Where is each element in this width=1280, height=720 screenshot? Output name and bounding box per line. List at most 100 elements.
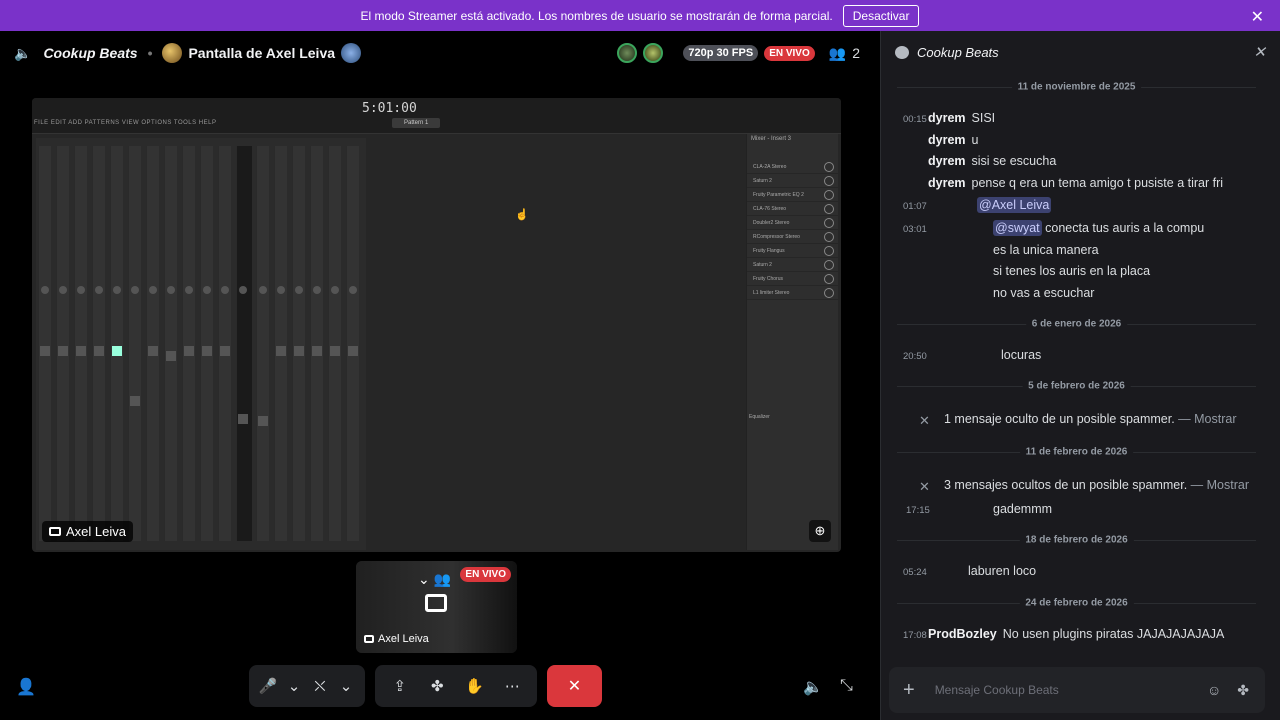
call-controls: 👤 🎤 ⌄ ⛌ ⌄ ⇪ ✤ ✋ ⋯ ✕ 🔈 ⤡ — [0, 662, 872, 720]
message: locuras — [1001, 348, 1042, 362]
add-user-icon[interactable]: 👤 — [16, 677, 36, 697]
author[interactable]: dyrem — [928, 111, 966, 125]
hidden-text: 3 mensajes ocultos de un posible spammer… — [944, 478, 1188, 492]
mixer-insert-panel: Mixer - Insert 3 CLA-2A Stereo Saturn 2 … — [746, 134, 838, 550]
message: dyrem pense q era un tema amigo t pusiste… — [928, 176, 1223, 190]
share-screen-button[interactable]: ⇪ — [385, 677, 415, 695]
date-divider: 11 de febrero de 2026 — [897, 446, 1256, 458]
message: @swyat conecta tus auris a la compu — [993, 220, 1205, 236]
fx-slot: Doubler2 Stereo — [747, 216, 838, 230]
viewers-icon[interactable]: 👥 — [829, 45, 846, 62]
fx-slot: Fruity Chorus — [747, 272, 838, 286]
daw-menu: FILE EDIT ADD PATTERNS VIEW OPTIONS TOOL… — [34, 120, 217, 126]
pattern-selector: Pattern 1 — [392, 118, 441, 128]
message: laburen loco — [968, 564, 1037, 578]
soundboard-button[interactable]: ✋ — [460, 677, 490, 695]
show-link[interactable]: — Mostrar — [1175, 412, 1236, 426]
monitor-icon — [425, 594, 447, 612]
mention[interactable]: @Axel Leiva — [977, 197, 1052, 213]
plus-icon[interactable]: + — [903, 679, 915, 702]
author[interactable]: dyrem — [928, 176, 966, 190]
author[interactable]: dyrem — [928, 154, 966, 168]
apps-icon[interactable]: ✤ — [1237, 682, 1249, 699]
message-text: conecta tus auris a la compu — [1041, 221, 1205, 235]
monitor-icon — [49, 527, 61, 536]
fx-slot: Saturn 2 — [747, 258, 838, 272]
chat-title: Cookup Beats — [917, 44, 999, 60]
date-label: 24 de febrero de 2026 — [1019, 597, 1134, 609]
chevron-down-icon[interactable]: ⌄ — [281, 677, 307, 695]
chevron-down-icon[interactable]: ⌄ — [333, 677, 359, 695]
date-label: 6 de enero de 2026 — [1025, 318, 1128, 330]
thumbnail-name: Axel Leiva — [378, 633, 429, 645]
hidden-message: 3 mensajes ocultos de un posible spammer… — [944, 478, 1249, 492]
avatar[interactable] — [643, 43, 664, 63]
close-icon[interactable]: ✕ — [919, 479, 930, 495]
message-text: pense q era un tema amigo t pusiste a ti… — [971, 176, 1224, 190]
stream-tile[interactable]: 5:01:00 FILE EDIT ADD PATTERNS VIEW OPTI… — [32, 98, 841, 552]
mixer-title: Mixer - Insert 3 — [751, 136, 792, 142]
message-composer: + Mensaje Cookup Beats ☺ ✤ — [889, 667, 1265, 713]
chat-panel: Cookup Beats ✕ 11 de noviembre de 2025 0… — [880, 31, 1280, 720]
avatar[interactable] — [617, 43, 638, 63]
author[interactable]: dyrem — [928, 133, 966, 147]
timestamp: 17:15 — [906, 505, 930, 516]
close-icon[interactable]: ✕ — [919, 413, 930, 429]
message-input[interactable]: Mensaje Cookup Beats — [935, 683, 1207, 697]
message: ProdBozley No usen plugins piratas JAJAJA… — [928, 627, 1224, 641]
close-icon[interactable]: ✕ — [1251, 7, 1264, 27]
message-text: sisi se escucha — [971, 154, 1057, 168]
channel-name: Cookup Beats — [43, 45, 138, 61]
fx-slot: CLA-2A Stereo — [747, 160, 838, 174]
chevron-down-icon[interactable]: ⌄ 👥 — [418, 571, 451, 588]
timestamp: 03:01 — [903, 224, 927, 235]
chat-header: Cookup Beats ✕ — [881, 31, 1280, 73]
fx-slot: CLA-76 Stereo — [747, 202, 838, 216]
timestamp: 00:15 — [903, 114, 927, 125]
avatar — [162, 43, 183, 63]
stream-thumbnail[interactable]: ⌄ 👥 EN VIVO Axel Leiva — [356, 561, 517, 653]
banner-text: El modo Streamer está activado. Los nomb… — [360, 8, 833, 23]
actions-group: ⇪ ✤ ✋ ⋯ — [375, 665, 537, 707]
avatar — [341, 43, 362, 63]
camera-off-button[interactable]: ⛌ — [307, 678, 333, 695]
monitor-icon — [364, 635, 374, 643]
message: dyrem sisi se escucha — [928, 154, 1056, 168]
streamer-mode-banner: El modo Streamer está activado. Los nomb… — [0, 0, 1280, 31]
speaker-icon[interactable]: 🔈 — [14, 45, 31, 62]
date-divider: 11 de noviembre de 2025 — [897, 81, 1256, 93]
date-label: 18 de febrero de 2026 — [1019, 534, 1134, 546]
mention[interactable]: @swyat — [993, 220, 1042, 236]
hidden-message: 1 mensaje oculto de un posible spammer. … — [944, 412, 1237, 426]
minimize-icon[interactable]: ⤡ — [840, 677, 853, 695]
timestamp: 20:50 — [903, 351, 927, 362]
message: gademmm — [993, 502, 1053, 516]
hidden-text: 1 mensaje oculto de un posible spammer. — [944, 412, 1175, 426]
date-divider: 6 de enero de 2026 — [897, 318, 1256, 330]
date-label: 11 de noviembre de 2025 — [1011, 81, 1142, 93]
mixer-strips — [36, 138, 366, 550]
show-link[interactable]: — Mostrar — [1187, 478, 1249, 492]
deactivate-button[interactable]: Desactivar — [842, 4, 920, 27]
activities-button[interactable]: ✤ — [422, 677, 452, 695]
thumbnail-label: Axel Leiva — [364, 633, 429, 645]
message: es la unica manera — [993, 243, 1099, 257]
message-text: SISI — [971, 111, 996, 125]
date-label: 5 de febrero de 2026 — [1022, 380, 1131, 392]
close-icon[interactable]: ✕ — [1253, 43, 1266, 61]
call-header: 🔈 Cookup Beats • Pantalla de Axel Leiva … — [0, 31, 872, 73]
tile-label: Axel Leiva — [42, 521, 133, 542]
message-text: No usen plugins piratas JAJAJAJAJAJA — [1002, 627, 1225, 641]
zoom-icon[interactable]: ⊕ — [809, 520, 831, 542]
leave-call-button[interactable]: ✕ — [547, 665, 602, 707]
timestamp: 01:07 — [903, 201, 927, 212]
quality-badge: 720p 30 FPS — [683, 45, 759, 61]
mic-button[interactable]: 🎤 — [255, 677, 281, 695]
author[interactable]: ProdBozley — [928, 627, 997, 641]
volume-icon[interactable]: 🔈 — [803, 677, 823, 697]
date-label: 11 de febrero de 2026 — [1019, 446, 1134, 458]
emoji-icon[interactable]: ☺ — [1207, 682, 1221, 698]
cursor-icon: ☝ — [515, 209, 529, 221]
more-button[interactable]: ⋯ — [497, 677, 527, 695]
message-text: u — [971, 133, 979, 147]
